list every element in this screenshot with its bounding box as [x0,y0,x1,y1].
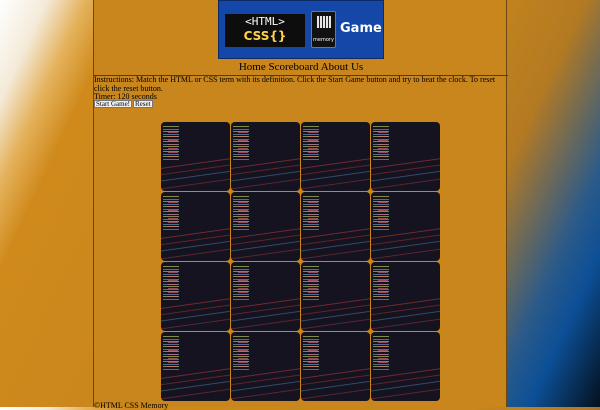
card-back-pattern [308,132,318,160]
memory-board [161,122,441,401]
page-container: <HTML> CSS{} memory Game Home Scoreboard… [93,0,508,410]
card-back-pattern [378,132,388,160]
card-back-pattern [308,342,318,370]
card-back-pattern [168,342,178,370]
memory-card[interactable] [161,122,230,191]
start-game-button[interactable]: Start Game! [94,100,133,108]
logo-code-block: <HTML> CSS{} [225,14,305,47]
memory-card[interactable] [301,192,370,261]
memory-card[interactable] [371,332,440,401]
game-info: Instructions: Match the HTML or CSS term… [94,75,508,102]
card-back-pattern [168,272,178,300]
card-back-pattern [378,272,388,300]
memory-card-icon: memory [311,11,336,48]
memory-card-label: memory [313,37,334,43]
memory-card[interactable] [231,332,300,401]
nav-about-link[interactable]: About Us [321,61,363,73]
nav-home-link[interactable]: Home [239,61,266,73]
memory-card[interactable] [231,192,300,261]
site-logo[interactable]: <HTML> CSS{} memory Game [218,0,384,59]
card-back-pattern [238,202,248,230]
card-back-pattern [378,202,388,230]
memory-card[interactable] [301,332,370,401]
timer-text: Timer: 120 seconds [94,92,157,101]
memory-card[interactable] [371,262,440,331]
footer-copyright: ©HTML CSS Memory [94,401,169,410]
memory-card[interactable] [301,262,370,331]
card-back-pattern [168,202,178,230]
memory-card[interactable] [161,262,230,331]
card-back-pattern [238,342,248,370]
instructions-text: Instructions: Match the HTML or CSS term… [94,75,496,93]
card-back-pattern [378,342,388,370]
card-back-pattern [308,272,318,300]
logo-code-line1: <HTML> [245,15,285,28]
game-controls: Start Game! Reset [94,93,154,108]
memory-card[interactable] [371,192,440,261]
nav-scoreboard-link[interactable]: Scoreboard [268,61,318,73]
card-back-pattern [238,132,248,160]
memory-card[interactable] [371,122,440,191]
memory-card[interactable] [161,192,230,261]
header: <HTML> CSS{} memory Game Home Scoreboard… [94,0,508,76]
memory-card[interactable] [231,262,300,331]
logo-code-line2: CSS{} [243,29,287,43]
card-back-pattern [308,202,318,230]
main-nav: Home Scoreboard About Us [94,60,508,74]
memory-card[interactable] [301,122,370,191]
card-back-pattern [168,132,178,160]
memory-chip-graphic [317,16,331,28]
memory-card[interactable] [161,332,230,401]
card-back-pattern [238,272,248,300]
logo-game-word: Game [340,21,382,36]
reset-button[interactable]: Reset [133,100,153,108]
memory-card[interactable] [231,122,300,191]
